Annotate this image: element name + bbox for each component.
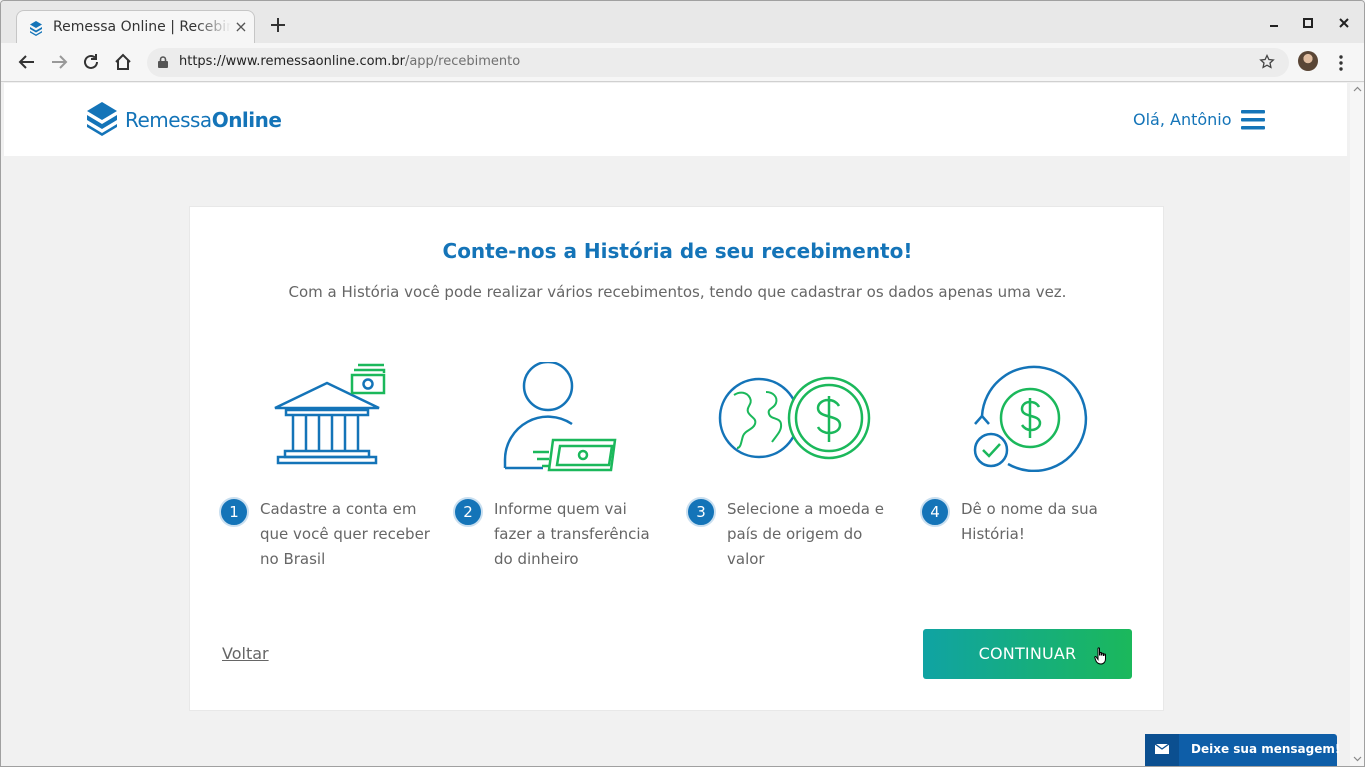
chat-label: Deixe sua mensagem! <box>1191 742 1341 756</box>
step-text: Dê o nome da sua História! <box>961 500 1098 543</box>
step-text: Cadastre a conta em que você quer recebe… <box>260 500 430 568</box>
history-card: Conte-nos a História de seu recebimento!… <box>189 206 1164 711</box>
browser-tab[interactable]: Remessa Online | Recebimento × <box>16 10 255 44</box>
hand-cursor-icon <box>1094 647 1106 665</box>
page-content: RemessaOnline Olá, Antônio Conte-nos a H… <box>4 83 1350 766</box>
minimize-icon[interactable] <box>1264 13 1284 33</box>
step-number: 3 <box>686 497 716 527</box>
new-tab-icon[interactable] <box>267 14 289 36</box>
step-2: 2 Informe quem vai fazer a transferência… <box>453 362 678 577</box>
logo-text-bold: Online <box>211 108 282 132</box>
scroll-down-icon[interactable] <box>1353 754 1362 763</box>
step-text: Selecione a moeda e país de origem do va… <box>727 500 884 568</box>
forward-icon[interactable] <box>49 52 69 72</box>
close-window-icon[interactable] <box>1334 13 1354 33</box>
page-title: Conte-nos a História de seu recebimento! <box>442 239 913 263</box>
page-subtitle: Com a História você pode realizar vários… <box>288 283 1067 301</box>
maximize-icon[interactable] <box>1298 13 1318 33</box>
step-text: Informe quem vai fazer a transferência d… <box>494 500 650 568</box>
logo-text: RemessaOnline <box>125 108 282 132</box>
url-host: https://www.remessaonline.com.br <box>179 54 405 69</box>
browser-window: Remessa Online | Recebimento × https://w… <box>0 0 1365 767</box>
tab-close-icon[interactable]: × <box>232 17 250 37</box>
person-money-icon <box>503 362 617 472</box>
url-path: /app/recebimento <box>404 54 521 69</box>
tab-title: Remessa Online | Recebimento <box>53 19 231 35</box>
home-icon[interactable] <box>113 52 133 72</box>
hamburger-menu-icon[interactable] <box>1241 109 1265 131</box>
back-link[interactable]: Voltar <box>222 644 269 663</box>
step-4: 4 Dê o nome da sua História! <box>920 362 1145 577</box>
profile-avatar[interactable] <box>1298 51 1318 71</box>
back-icon[interactable] <box>17 52 37 72</box>
site-logo[interactable]: RemessaOnline <box>87 101 282 137</box>
user-greeting[interactable]: Olá, Antônio <box>1133 110 1232 129</box>
scrollbar[interactable] <box>1350 83 1364 766</box>
envelope-icon <box>1155 744 1169 754</box>
step-3: 3 Selecione a moeda e país de origem do … <box>686 362 911 577</box>
browser-menu-icon[interactable] <box>1331 53 1351 73</box>
bank-icon <box>274 363 386 465</box>
globe-coin-icon <box>718 376 871 460</box>
step-number: 1 <box>219 497 249 527</box>
url-text[interactable]: https://www.remessaonline.com.br/app/rec… <box>179 54 520 69</box>
scroll-up-icon[interactable] <box>1353 85 1362 94</box>
logo-text-regular: Remessa <box>125 108 212 132</box>
step-number: 2 <box>453 497 483 527</box>
chat-icon-box <box>1145 734 1179 766</box>
address-bar[interactable]: https://www.remessaonline.com.br/app/rec… <box>147 48 1289 77</box>
lock-icon <box>158 56 168 68</box>
address-toolbar: https://www.remessaonline.com.br/app/rec… <box>1 43 1364 82</box>
step-number: 4 <box>920 497 950 527</box>
bookmark-star-icon[interactable] <box>1259 54 1275 70</box>
tab-strip: Remessa Online | Recebimento × <box>1 1 1364 44</box>
site-header: RemessaOnline Olá, Antônio <box>4 83 1347 156</box>
chat-widget-button[interactable]: Deixe sua mensagem! <box>1145 734 1341 766</box>
logo-mark-icon <box>87 102 117 136</box>
reload-icon[interactable] <box>81 52 101 72</box>
coin-cycle-icon <box>973 365 1088 472</box>
favicon-icon <box>30 21 42 36</box>
step-1: 1 Cadastre a conta em que você quer rece… <box>219 362 444 577</box>
